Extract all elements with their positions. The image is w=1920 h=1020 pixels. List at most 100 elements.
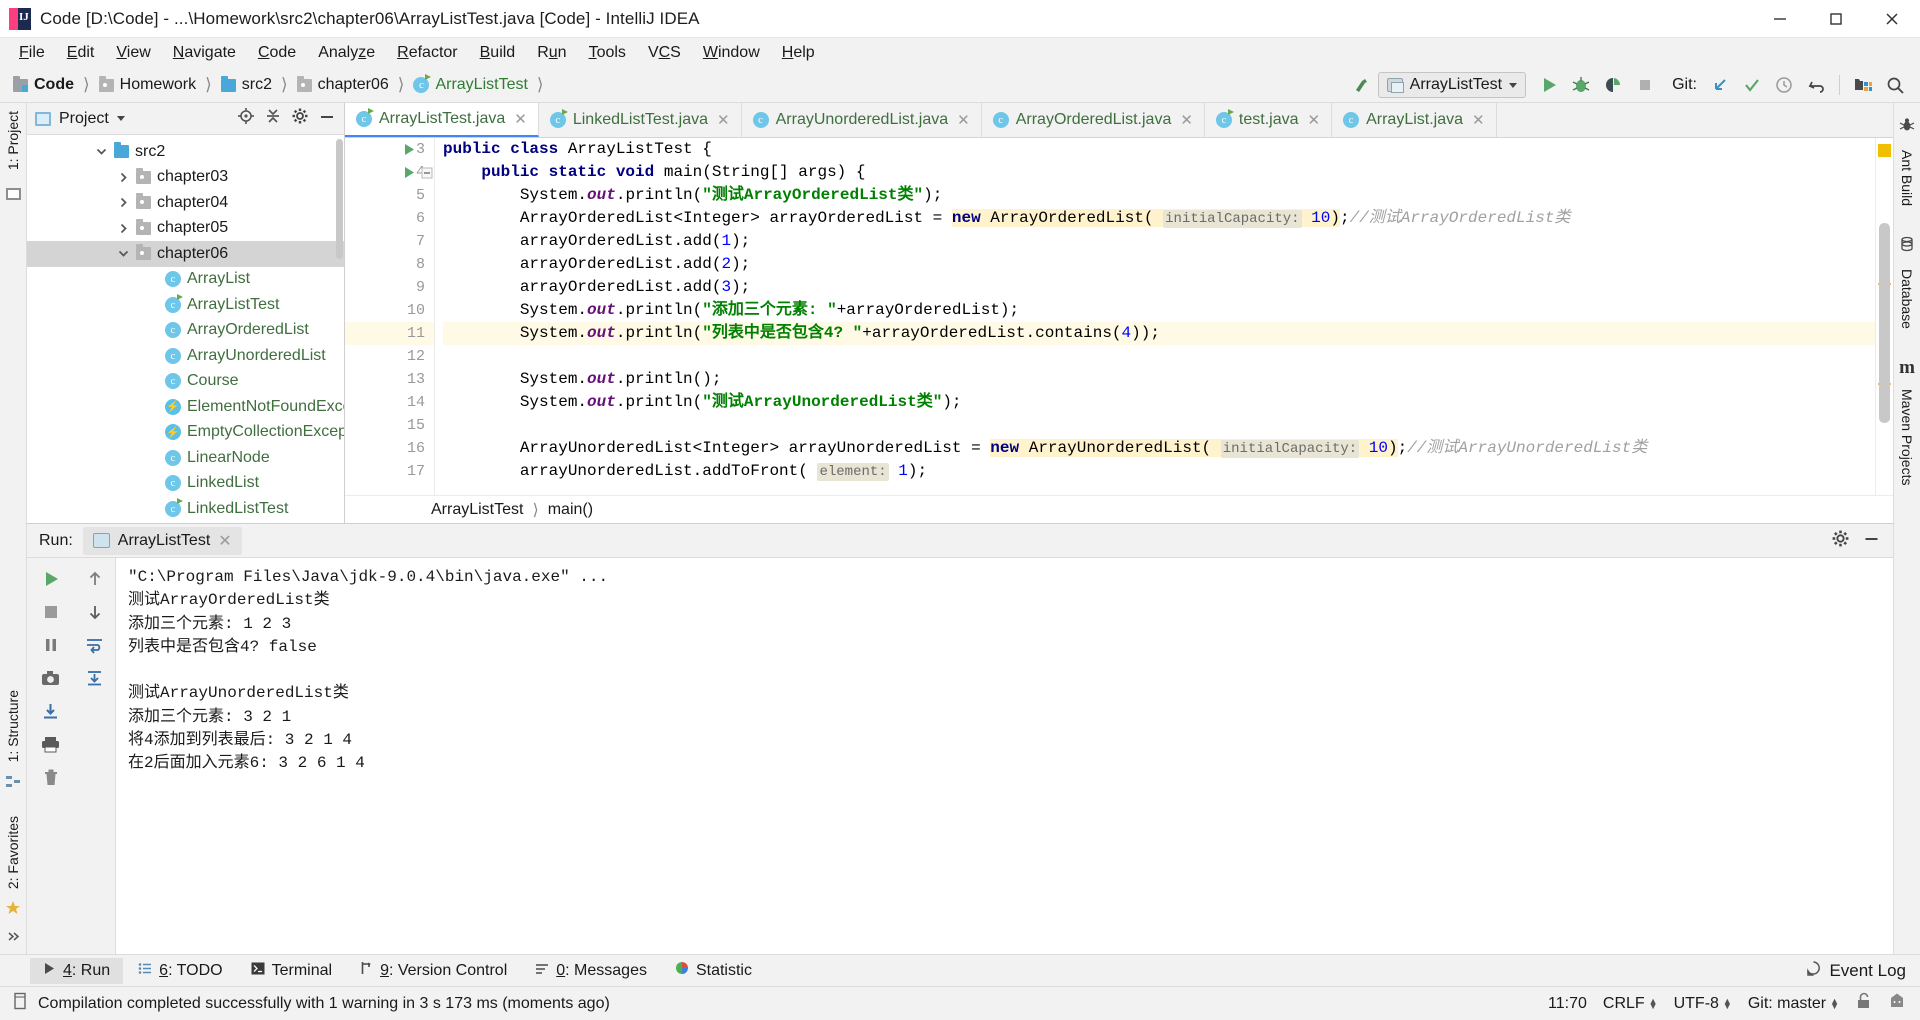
sidebar-item-database[interactable]: Database bbox=[1895, 261, 1919, 337]
chevron-right-icon[interactable] bbox=[117, 171, 130, 184]
menu-vcs[interactable]: VCS bbox=[637, 41, 692, 65]
menu-navigate[interactable]: Navigate bbox=[162, 41, 247, 65]
tab-arrayorderedlist-java[interactable]: c ArrayOrderedList.java ✕ bbox=[982, 103, 1205, 137]
tree-item-arrayunorderedlist[interactable]: c ArrayUnorderedList bbox=[27, 343, 344, 369]
git-revert-icon[interactable] bbox=[1801, 71, 1831, 99]
menu-analyze[interactable]: Analyze bbox=[307, 41, 386, 65]
menu-code[interactable]: Code bbox=[247, 41, 307, 65]
warning-marker-icon[interactable] bbox=[1878, 144, 1891, 157]
tree-item-arraylist[interactable]: c ArrayList bbox=[27, 267, 344, 293]
tab-arraylisttest-java[interactable]: c ArrayListTest.java ✕ bbox=[345, 103, 539, 137]
camera-icon[interactable] bbox=[35, 663, 67, 693]
menu-run[interactable]: Run bbox=[526, 41, 577, 65]
tree-item-chapter04[interactable]: chapter04 bbox=[27, 190, 344, 216]
run-console-output[interactable]: "C:\Program Files\Java\jdk-9.0.4\bin\jav… bbox=[116, 558, 1893, 954]
menu-build[interactable]: Build bbox=[469, 41, 527, 65]
menu-edit[interactable]: Edit bbox=[56, 41, 106, 65]
chevron-down-icon[interactable] bbox=[117, 247, 130, 260]
soft-wrap-icon[interactable] bbox=[79, 630, 111, 660]
tree-item-linkedlist[interactable]: c LinkedList bbox=[27, 471, 344, 497]
print-icon[interactable] bbox=[35, 729, 67, 759]
pause-icon[interactable] bbox=[35, 630, 67, 660]
project-tree[interactable]: src2 chapter03 chapter04 chapter05 chapt… bbox=[27, 135, 344, 523]
run-tab-arraylisttest[interactable]: ArrayListTest ✕ bbox=[82, 526, 242, 555]
editor-gutter[interactable]: 3 4 5 6 7 8 9 10 11 12 13 14 15 16 17 bbox=[345, 138, 435, 495]
breadcrumb-method-label[interactable]: main() bbox=[548, 501, 593, 519]
menu-view[interactable]: View bbox=[105, 41, 161, 65]
chevron-down-icon[interactable] bbox=[116, 116, 125, 121]
tool-window-run[interactable]: 4: Run bbox=[30, 957, 124, 984]
tree-item-arraylisttest[interactable]: c ArrayListTest bbox=[27, 292, 344, 318]
breadcrumb-src2[interactable]: src2 ⟩ bbox=[218, 74, 294, 96]
menu-refactor[interactable]: Refactor bbox=[386, 41, 468, 65]
tree-item-linkedlisttest[interactable]: c LinkedListTest bbox=[27, 496, 344, 522]
trash-icon[interactable] bbox=[35, 762, 67, 792]
run-icon[interactable] bbox=[1534, 71, 1564, 99]
sidebar-item-ant-build[interactable]: Ant Build bbox=[1895, 142, 1919, 214]
close-icon[interactable]: ✕ bbox=[957, 111, 970, 129]
inspector-icon[interactable] bbox=[1888, 992, 1906, 1015]
breadcrumb-class-label[interactable]: ArrayListTest bbox=[431, 501, 523, 519]
breadcrumb-chapter06[interactable]: chapter06 ⟩ bbox=[294, 74, 411, 96]
sidebar-item-favorites[interactable]: 2: Favorites bbox=[1, 808, 25, 897]
locate-icon[interactable] bbox=[237, 107, 255, 130]
scroll-down-icon[interactable] bbox=[79, 597, 111, 627]
select-in-icon[interactable] bbox=[1848, 71, 1878, 99]
tree-item-chapter05[interactable]: chapter05 bbox=[27, 216, 344, 242]
tree-item-chapter03[interactable]: chapter03 bbox=[27, 165, 344, 191]
tool-window-todo[interactable]: 6: TODO bbox=[125, 958, 235, 984]
close-icon[interactable]: ✕ bbox=[1180, 111, 1193, 129]
code-viewport[interactable]: 3 4 5 6 7 8 9 10 11 12 13 14 15 16 17 pu… bbox=[345, 138, 1893, 495]
run-coverage-icon[interactable] bbox=[1598, 71, 1628, 99]
stop-icon[interactable] bbox=[35, 597, 67, 627]
lock-icon[interactable] bbox=[1855, 992, 1872, 1015]
hide-icon[interactable] bbox=[318, 109, 336, 129]
tree-item-course[interactable]: c Course bbox=[27, 369, 344, 395]
close-icon[interactable]: ✕ bbox=[1472, 111, 1485, 129]
scroll-to-end-icon[interactable] bbox=[79, 663, 111, 693]
tree-item-emptycollectionexception[interactable]: ⚡ EmptyCollectionExceptio bbox=[27, 420, 344, 446]
chevron-right-icon[interactable] bbox=[117, 222, 130, 235]
hide-icon[interactable] bbox=[1862, 531, 1881, 551]
tree-item-chapter06[interactable]: chapter06 bbox=[27, 241, 344, 267]
editor-scrollbar[interactable] bbox=[1879, 223, 1890, 423]
gear-icon[interactable] bbox=[291, 107, 309, 130]
line-separator-selector[interactable]: CRLF bbox=[1603, 995, 1645, 1013]
code-text[interactable]: public class ArrayListTest { public stat… bbox=[435, 138, 1875, 495]
build-icon[interactable] bbox=[1346, 71, 1376, 99]
maximize-icon[interactable] bbox=[1808, 0, 1864, 38]
run-method-gutter-icon[interactable] bbox=[401, 161, 417, 184]
chevron-down-icon[interactable] bbox=[95, 145, 108, 158]
tree-item-src2[interactable]: src2 bbox=[27, 139, 344, 165]
breadcrumb-arraylisttest[interactable]: c ArrayListTest ⟩ bbox=[410, 74, 549, 96]
run-class-gutter-icon[interactable] bbox=[401, 138, 417, 161]
breadcrumb-code[interactable]: Code ⟩ bbox=[10, 74, 96, 96]
chevron-updown-icon[interactable]: ▲ ▼ bbox=[1830, 996, 1839, 1010]
event-log-button[interactable]: Event Log bbox=[1829, 961, 1906, 981]
close-icon[interactable]: ✕ bbox=[717, 111, 730, 129]
menu-help[interactable]: Help bbox=[771, 41, 826, 65]
tab-linkedlisttest-java[interactable]: c LinkedListTest.java ✕ bbox=[539, 103, 742, 137]
git-commit-icon[interactable] bbox=[1737, 71, 1767, 99]
menu-file[interactable]: File bbox=[8, 41, 56, 65]
chevron-updown-icon[interactable]: ▲ ▼ bbox=[1649, 996, 1658, 1010]
sidebar-item-project[interactable]: 1: Project bbox=[1, 103, 25, 178]
stop-icon[interactable] bbox=[1630, 71, 1660, 99]
tab-arraylist-java[interactable]: c ArrayList.java ✕ bbox=[1332, 103, 1497, 137]
menu-window[interactable]: Window bbox=[692, 41, 771, 65]
close-icon[interactable]: ✕ bbox=[1308, 111, 1321, 129]
scroll-up-icon[interactable] bbox=[79, 564, 111, 594]
menu-tools[interactable]: Tools bbox=[578, 41, 637, 65]
tool-window-statistic[interactable]: Statistic bbox=[662, 957, 765, 984]
rail-expand-icon[interactable] bbox=[6, 928, 21, 948]
tool-window-terminal[interactable]: Terminal bbox=[238, 958, 345, 984]
project-scrollbar[interactable] bbox=[336, 139, 343, 259]
tool-window-version-control[interactable]: 9: Version Control bbox=[347, 957, 520, 984]
tool-window-messages[interactable]: 0: Messages bbox=[522, 958, 660, 984]
search-everywhere-icon[interactable] bbox=[1880, 71, 1910, 99]
sidebar-item-maven-projects[interactable]: Maven Projects bbox=[1895, 381, 1919, 493]
debug-icon[interactable] bbox=[1566, 71, 1596, 99]
encoding-selector[interactable]: UTF-8 bbox=[1674, 995, 1719, 1013]
git-history-icon[interactable] bbox=[1769, 71, 1799, 99]
export-icon[interactable] bbox=[35, 696, 67, 726]
